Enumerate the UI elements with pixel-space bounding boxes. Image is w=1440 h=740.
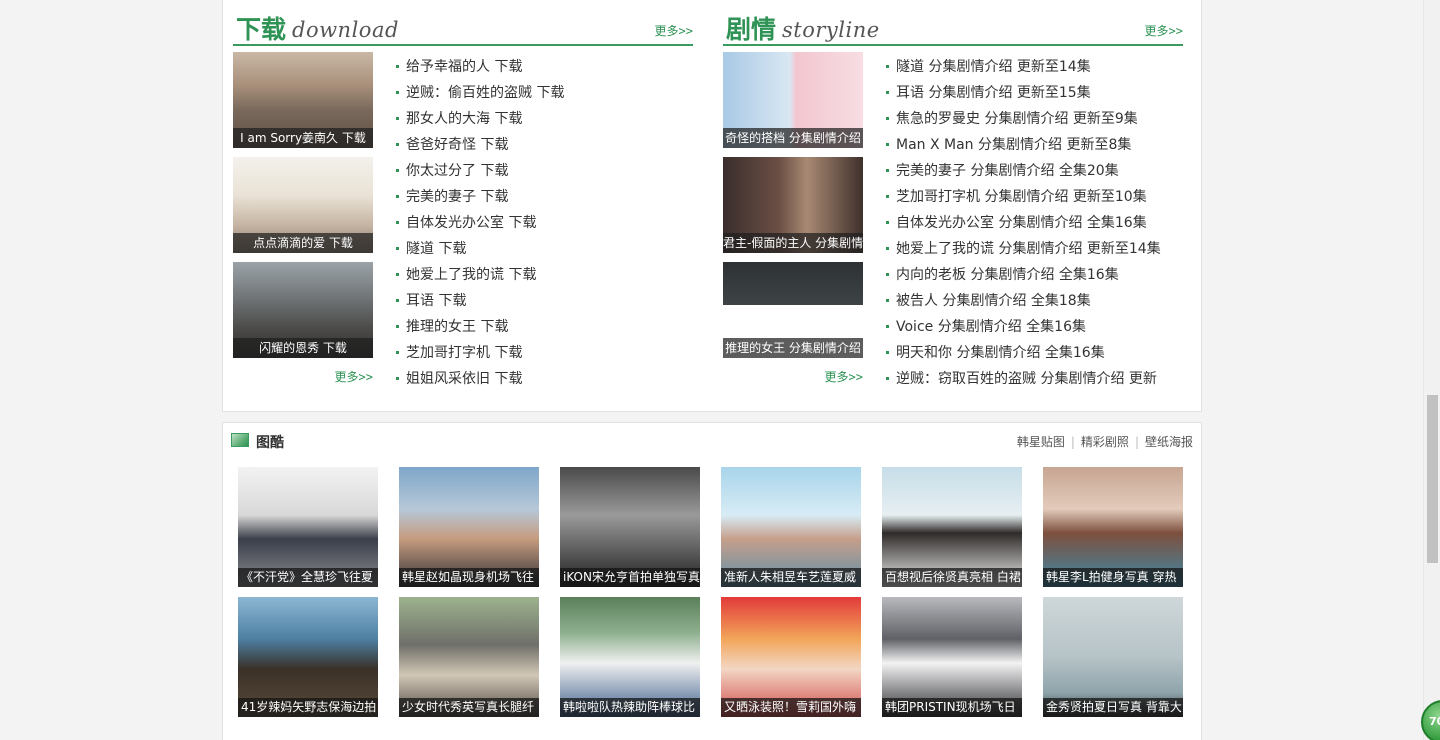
download-list-item[interactable]: 姐姐风采依旧 下载 (396, 366, 696, 392)
page-scrollbar[interactable] (1423, 0, 1440, 740)
storyline-list-item[interactable]: 逆贼：窃取百姓的盗贼 分集剧情介绍 更新 (886, 366, 1186, 392)
gallery-panel: 图酷 韩星贴图 | 精彩剧照 | 壁纸海报 《不汗党》全慧珍飞往夏 韩星赵如晶现身机场飞… (222, 422, 1202, 740)
download-thumbs: I am Sorry姜南久 下载 点点滴滴的爱 下载 闪耀的恩秀 下载 (233, 52, 375, 367)
gallery-item-caption: 《不汗党》全慧珍飞往夏 (238, 568, 378, 587)
download-list-item[interactable]: 逆贼：偷百姓的盗贼 下载 (396, 80, 696, 106)
storyline-thumb[interactable]: 君主-假面的主人 分集剧情 (723, 157, 863, 253)
storyline-list-item[interactable]: 隧道 分集剧情介绍 更新至14集 (886, 54, 1186, 80)
storyline-thumb-caption: 奇怪的搭档 分集剧情介绍 (723, 128, 863, 148)
storyline-thumbs: 奇怪的搭档 分集剧情介绍 君主-假面的主人 分集剧情 推理的女王 分集剧情介绍 (723, 52, 865, 367)
gallery-link-stills[interactable]: 精彩剧照 (1081, 435, 1129, 449)
download-thumb[interactable]: 点点滴滴的爱 下载 (233, 157, 373, 253)
gallery-item-caption: 韩星赵如晶现身机场飞往 (399, 568, 539, 587)
download-list-item[interactable]: 耳语 下载 (396, 288, 696, 314)
storyline-thumb[interactable]: 奇怪的搭档 分集剧情介绍 (723, 52, 863, 148)
gallery-item-caption: iKON宋允亨首拍单独写真 (560, 568, 700, 587)
download-list-item[interactable]: 芝加哥打字机 下载 (396, 340, 696, 366)
storyline-thumbs-more-link[interactable]: 更多>> (723, 368, 863, 385)
storyline-thumb-caption: 君主-假面的主人 分集剧情 (723, 233, 863, 253)
download-thumb-caption: 闪耀的恩秀 下载 (233, 338, 373, 358)
storyline-list-item[interactable]: 焦急的罗曼史 分集剧情介绍 更新至9集 (886, 106, 1186, 132)
content-panel-top: 下载 download 更多>> I am Sorry姜南久 下载 点点滴滴的爱… (222, 0, 1202, 412)
gallery-item-caption: 41岁辣妈矢野志保海边拍 (238, 698, 378, 717)
download-list-item[interactable]: 隧道 下载 (396, 236, 696, 262)
download-header: 下载 download 更多>> (233, 8, 693, 46)
gallery-item[interactable]: 韩团PRISTIN现机场飞日 (882, 597, 1022, 717)
storyline-title: 剧情 (726, 15, 777, 44)
storyline-thumb-caption: 推理的女王 分集剧情介绍 (723, 338, 863, 358)
storyline-header: 剧情 storyline 更多>> (723, 8, 1183, 46)
gallery-item-caption: 韩啦啦队热辣助阵棒球比 (560, 698, 700, 717)
download-thumb-caption: I am Sorry姜南久 下载 (233, 128, 373, 148)
storyline-list-item[interactable]: 自体发光办公室 分集剧情介绍 全集16集 (886, 210, 1186, 236)
storyline-list-item[interactable]: 明天和你 分集剧情介绍 全集16集 (886, 340, 1186, 366)
gallery-item-caption: 少女时代秀英写真长腿纤 (399, 698, 539, 717)
gallery-title: 图酷 (256, 435, 284, 451)
download-list-item[interactable]: 自体发光办公室 下载 (396, 210, 696, 236)
link-separator: | (1070, 435, 1075, 449)
gallery-item[interactable]: 《不汗党》全慧珍飞往夏 (238, 467, 378, 587)
gallery-item-caption: 金秀贤拍夏日写真 背靠大 (1043, 698, 1183, 717)
gallery-item-caption: 准新人朱相昱车艺莲夏威 (721, 568, 861, 587)
storyline-list-item[interactable]: 她爱上了我的谎 分集剧情介绍 更新至14集 (886, 236, 1186, 262)
storyline-list-item[interactable]: Voice 分集剧情介绍 全集16集 (886, 314, 1186, 340)
gallery-item[interactable]: 少女时代秀英写真长腿纤 (399, 597, 539, 717)
gallery-item[interactable]: 41岁辣妈矢野志保海边拍 (238, 597, 378, 717)
download-list-item[interactable]: 给予幸福的人 下载 (396, 54, 696, 80)
download-list-item[interactable]: 爸爸好奇怪 下载 (396, 132, 696, 158)
storyline-list-item[interactable]: 被告人 分集剧情介绍 全集18集 (886, 288, 1186, 314)
download-list-item[interactable]: 你太过分了 下载 (396, 158, 696, 184)
link-separator: | (1134, 435, 1139, 449)
download-thumb-caption: 点点滴滴的爱 下载 (233, 233, 373, 253)
gallery-header: 图酷 韩星贴图 | 精彩剧照 | 壁纸海报 (231, 431, 1193, 453)
gallery-link-star-photos[interactable]: 韩星贴图 (1017, 435, 1065, 449)
download-list-item[interactable]: 推理的女王 下载 (396, 314, 696, 340)
storyline-list-item[interactable]: 耳语 分集剧情介绍 更新至15集 (886, 80, 1186, 106)
storyline-list-item[interactable]: Man X Man 分集剧情介绍 更新至8集 (886, 132, 1186, 158)
storyline-list-item[interactable]: 完美的妻子 分集剧情介绍 全集20集 (886, 158, 1186, 184)
gallery-links: 韩星贴图 | 精彩剧照 | 壁纸海报 (1017, 433, 1193, 450)
download-list-item[interactable]: 那女人的大海 下载 (396, 106, 696, 132)
download-list: 给予幸福的人 下载 逆贼：偷百姓的盗贼 下载 那女人的大海 下载 爸爸好奇怪 下… (396, 54, 696, 392)
scrollbar-thumb[interactable] (1427, 395, 1438, 563)
gallery-link-wallpapers[interactable]: 壁纸海报 (1145, 435, 1193, 449)
download-thumb[interactable]: I am Sorry姜南久 下载 (233, 52, 373, 148)
download-list-item[interactable]: 完美的妻子 下载 (396, 184, 696, 210)
storyline-list: 隧道 分集剧情介绍 更新至14集 耳语 分集剧情介绍 更新至15集 焦急的罗曼史… (886, 54, 1186, 392)
gallery-item[interactable]: 韩星李L拍健身写真 穿热 (1043, 467, 1183, 587)
storyline-section: 剧情 storyline 更多>> 奇怪的搭档 分集剧情介绍 君主-假面的主人 … (723, 8, 1183, 387)
storyline-title-en: storyline (782, 18, 880, 42)
gallery-item-caption: 百想视后徐贤真亮相 白裙 (882, 568, 1022, 587)
gallery-item[interactable]: 又晒泳装照！雪莉国外嗨 (721, 597, 861, 717)
storyline-more-link[interactable]: 更多>> (1145, 22, 1183, 39)
download-more-link[interactable]: 更多>> (655, 22, 693, 39)
gallery-item-caption: 韩星李L拍健身写真 穿热 (1043, 568, 1183, 587)
download-section: 下载 download 更多>> I am Sorry姜南久 下载 点点滴滴的爱… (233, 8, 693, 387)
gallery-item-caption: 韩团PRISTIN现机场飞日 (882, 698, 1022, 717)
gallery-logo-icon (231, 433, 249, 447)
gallery-item[interactable]: 金秀贤拍夏日写真 背靠大 (1043, 597, 1183, 717)
storyline-list-item[interactable]: 内向的老板 分集剧情介绍 全集16集 (886, 262, 1186, 288)
gallery-item-caption: 又晒泳装照！雪莉国外嗨 (721, 698, 861, 717)
storyline-thumb[interactable]: 推理的女王 分集剧情介绍 (723, 262, 863, 358)
gallery-item[interactable]: 准新人朱相昱车艺莲夏威 (721, 467, 861, 587)
download-thumb[interactable]: 闪耀的恩秀 下载 (233, 262, 373, 358)
download-list-item[interactable]: 她爱上了我的谎 下载 (396, 262, 696, 288)
gallery-item[interactable]: 韩星赵如晶现身机场飞往 (399, 467, 539, 587)
download-thumbs-more-link[interactable]: 更多>> (233, 368, 373, 385)
gallery-item[interactable]: 百想视后徐贤真亮相 白裙 (882, 467, 1022, 587)
download-title-en: download (292, 18, 399, 42)
storyline-list-item[interactable]: 芝加哥打字机 分集剧情介绍 更新至10集 (886, 184, 1186, 210)
download-title: 下载 (236, 15, 287, 44)
gallery-item[interactable]: 韩啦啦队热辣助阵棒球比 (560, 597, 700, 717)
gallery-item[interactable]: iKON宋允亨首拍单独写真 (560, 467, 700, 587)
